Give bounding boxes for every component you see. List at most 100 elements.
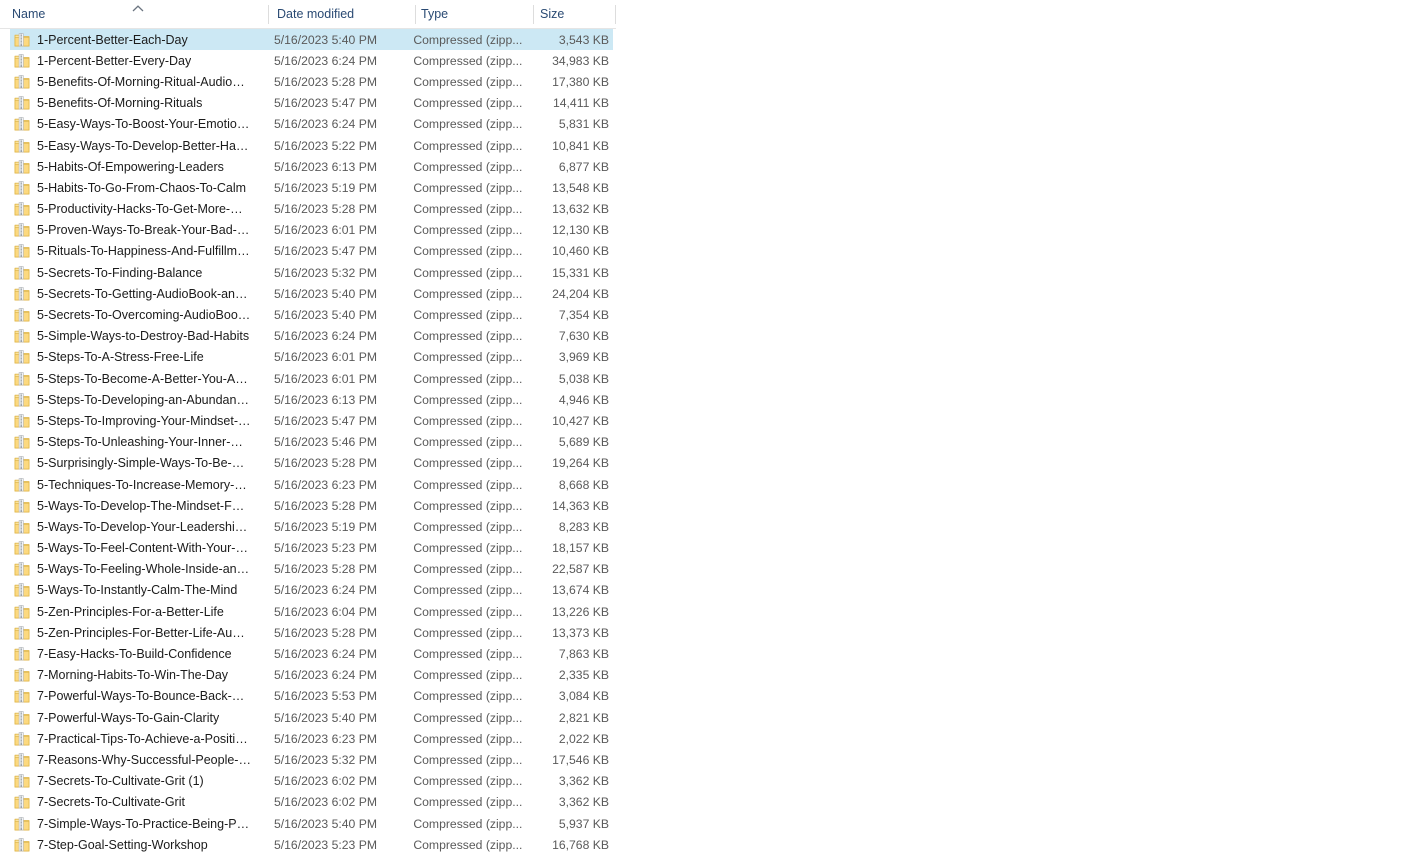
file-type: Compressed (zipp... <box>413 562 523 577</box>
file-name-cell[interactable]: 5-Rituals-To-Happiness-And-Fulfillment-.… <box>10 243 265 259</box>
file-name-cell[interactable]: 5-Surprisingly-Simple-Ways-To-Be-Happ... <box>10 455 265 471</box>
file-row[interactable]: 5-Habits-Of-Empowering-Leaders 5/16/2023 … <box>10 156 613 177</box>
file-name-cell[interactable]: 5-Techniques-To-Increase-Memory-Rete... <box>10 477 265 493</box>
file-name-cell[interactable]: 5-Benefits-Of-Morning-Ritual-AudioBoo... <box>10 74 265 90</box>
file-row[interactable]: 5-Steps-To-A-Stress-Free-Life 5/16/2023 6… <box>10 347 613 368</box>
file-row[interactable]: 7-Morning-Habits-To-Win-The-Day 5/16/2023… <box>10 665 613 686</box>
file-row[interactable]: 7-Powerful-Ways-To-Gain-Clarity 5/16/2023… <box>10 707 613 728</box>
file-row[interactable]: 7-Secrets-To-Cultivate-Grit 5/16/2023 6:0… <box>10 792 613 813</box>
file-row[interactable]: 5-Benefits-Of-Morning-Rituals 5/16/2023 5… <box>10 93 613 114</box>
column-divider-date-type[interactable] <box>415 5 416 24</box>
file-name-cell[interactable]: 5-Steps-To-Become-A-Better-You-Audio... <box>10 371 265 387</box>
file-row[interactable]: 1-Percent-Better-Each-Day 5/16/2023 5:40 … <box>10 29 613 51</box>
file-row[interactable]: 7-Secrets-To-Cultivate-Grit (1) 5/16/2023… <box>10 771 613 792</box>
file-row[interactable]: 5-Steps-To-Developing-an-Abundance-... 5/… <box>10 389 613 410</box>
file-name-cell[interactable]: 5-Zen-Principles-For-Better-Life-AudioB.… <box>10 625 265 641</box>
file-row[interactable]: 5-Steps-To-Improving-Your-Mindset-Au... 5… <box>10 410 613 431</box>
file-name-cell[interactable]: 5-Steps-To-Improving-Your-Mindset-Au... <box>10 413 265 429</box>
file-date-modified: 5/16/2023 5:23 PM <box>273 541 377 556</box>
file-date-modified: 5/16/2023 5:40 PM <box>273 308 377 323</box>
file-name-cell[interactable]: 1-Percent-Better-Every-Day <box>10 53 265 69</box>
file-name-cell[interactable]: 7-Morning-Habits-To-Win-The-Day <box>10 667 265 683</box>
file-row[interactable]: 7-Powerful-Ways-To-Bounce-Back-From... 5/… <box>10 686 613 707</box>
file-name-cell[interactable]: 5-Secrets-To-Finding-Balance <box>10 265 265 281</box>
file-row[interactable]: 5-Ways-To-Develop-The-Mindset-For-Su... 5… <box>10 495 613 516</box>
file-name-cell[interactable]: 5-Secrets-To-Overcoming-AudioBook-a... <box>10 307 265 323</box>
file-name-cell[interactable]: 5-Easy-Ways-To-Boost-Your-Emotional-I... <box>10 116 265 132</box>
file-name-cell[interactable]: 5-Ways-To-Feeling-Whole-Inside-and-Out <box>10 561 265 577</box>
file-name-cell[interactable]: 5-Ways-To-Instantly-Calm-The-Mind <box>10 582 265 598</box>
file-name-cell[interactable]: 7-Secrets-To-Cultivate-Grit <box>10 794 265 810</box>
file-name-cell[interactable]: 5-Proven-Ways-To-Break-Your-Bad-Habits <box>10 222 265 238</box>
column-divider-size-end[interactable] <box>615 5 616 24</box>
file-row[interactable]: 7-Step-Goal-Setting-Workshop 5/16/2023 5:… <box>10 834 613 855</box>
file-row[interactable]: 5-Techniques-To-Increase-Memory-Rete... 5… <box>10 474 613 495</box>
file-row[interactable]: 5-Ways-To-Feeling-Whole-Inside-and-Out 5/… <box>10 559 613 580</box>
file-name-cell[interactable]: 5-Habits-To-Go-From-Chaos-To-Calm <box>10 180 265 196</box>
file-row[interactable]: 5-Ways-To-Feel-Content-With-Your-Life...… <box>10 538 613 559</box>
file-row[interactable]: 5-Rituals-To-Happiness-And-Fulfillment-.… <box>10 241 613 262</box>
file-row[interactable]: 5-Secrets-To-Finding-Balance 5/16/2023 5:… <box>10 262 613 283</box>
column-header-date-modified[interactable]: Date modified <box>277 0 409 28</box>
file-row[interactable]: 7-Reasons-Why-Successful-People-Medi... 5… <box>10 749 613 770</box>
column-divider-type-size[interactable] <box>533 5 534 24</box>
file-row[interactable]: 7-Easy-Hacks-To-Build-Confidence 5/16/202… <box>10 643 613 664</box>
file-row[interactable]: 5-Steps-To-Unleashing-Your-Inner-Great..… <box>10 432 613 453</box>
file-name-cell[interactable]: 7-Step-Goal-Setting-Workshop <box>10 837 265 853</box>
file-row[interactable]: 5-Benefits-Of-Morning-Ritual-AudioBoo...… <box>10 71 613 92</box>
file-row[interactable]: 5-Secrets-To-Overcoming-AudioBook-a... 5/… <box>10 304 613 325</box>
file-type: Compressed (zipp... <box>413 117 523 132</box>
file-name-cell[interactable]: 5-Zen-Principles-For-a-Better-Life <box>10 604 265 620</box>
file-row[interactable]: 7-Simple-Ways-To-Practice-Being-Present 5… <box>10 813 613 834</box>
file-row[interactable]: 5-Easy-Ways-To-Boost-Your-Emotional-I...… <box>10 114 613 135</box>
file-name-label: 5-Habits-To-Go-From-Chaos-To-Calm <box>37 180 247 195</box>
file-list[interactable]: 1-Percent-Better-Each-Day 5/16/2023 5:40 … <box>0 29 616 867</box>
file-row[interactable]: 5-Secrets-To-Getting-AudioBook-and-Eb...… <box>10 283 613 304</box>
file-row[interactable]: 5-Proven-Ways-To-Break-Your-Bad-Habits 5/… <box>10 220 613 241</box>
column-header-size[interactable]: Size <box>540 0 609 28</box>
file-size: 2,335 KB <box>558 668 609 683</box>
file-name-cell[interactable]: 5-Secrets-To-Getting-AudioBook-and-Eb... <box>10 286 265 302</box>
file-name-cell[interactable]: 5-Steps-To-Unleashing-Your-Inner-Great..… <box>10 434 265 450</box>
file-row[interactable]: 5-Habits-To-Go-From-Chaos-To-Calm 5/16/20… <box>10 177 613 198</box>
file-name-cell[interactable]: 5-Steps-To-A-Stress-Free-Life <box>10 349 265 365</box>
file-name-cell[interactable]: 7-Secrets-To-Cultivate-Grit (1) <box>10 773 265 789</box>
file-row[interactable]: 5-Easy-Ways-To-Develop-Better-Habits 5/16… <box>10 135 613 156</box>
file-row[interactable]: 5-Simple-Ways-to-Destroy-Bad-Habits 5/16/… <box>10 326 613 347</box>
file-name-cell[interactable]: 5-Steps-To-Developing-an-Abundance-... <box>10 392 265 408</box>
zip-folder-icon <box>14 455 30 471</box>
file-row[interactable]: 5-Zen-Principles-For-Better-Life-AudioB.… <box>10 622 613 643</box>
file-row[interactable]: 1-Percent-Better-Every-Day 5/16/2023 6:24… <box>10 50 613 71</box>
file-name-cell[interactable]: 5-Habits-Of-Empowering-Leaders <box>10 159 265 175</box>
zip-folder-icon <box>14 667 30 683</box>
file-row[interactable]: 5-Zen-Principles-For-a-Better-Life 5/16/2… <box>10 601 613 622</box>
file-name-cell[interactable]: 5-Ways-To-Develop-Your-Leadership-Skills <box>10 519 265 535</box>
file-name-cell[interactable]: 5-Simple-Ways-to-Destroy-Bad-Habits <box>10 328 265 344</box>
file-name-cell[interactable]: 5-Ways-To-Feel-Content-With-Your-Life... <box>10 540 265 556</box>
file-size: 24,204 KB <box>552 286 609 301</box>
zip-folder-icon <box>14 710 30 726</box>
file-name-cell[interactable]: 5-Productivity-Hacks-To-Get-More-Don... <box>10 201 265 217</box>
file-name-cell[interactable]: 5-Benefits-Of-Morning-Rituals <box>10 95 265 111</box>
file-name-cell[interactable]: 1-Percent-Better-Each-Day <box>10 32 265 48</box>
file-type: Compressed (zipp... <box>413 795 523 810</box>
file-name-cell[interactable]: 5-Ways-To-Develop-The-Mindset-For-Su... <box>10 498 265 514</box>
file-name-cell[interactable]: 7-Reasons-Why-Successful-People-Medi... <box>10 752 265 768</box>
file-name-label: 5-Ways-To-Feeling-Whole-Inside-and-Out <box>37 562 251 577</box>
file-date-modified: 5/16/2023 6:24 PM <box>273 53 377 68</box>
file-name-cell[interactable]: 7-Powerful-Ways-To-Bounce-Back-From... <box>10 688 265 704</box>
file-name-cell[interactable]: 7-Powerful-Ways-To-Gain-Clarity <box>10 710 265 726</box>
file-row[interactable]: 7-Practical-Tips-To-Achieve-a-Positive-.… <box>10 728 613 749</box>
file-row[interactable]: 5-Steps-To-Become-A-Better-You-Audio... 5… <box>10 368 613 389</box>
file-row[interactable]: 5-Ways-To-Develop-Your-Leadership-Skills… <box>10 516 613 537</box>
file-row[interactable]: 5-Productivity-Hacks-To-Get-More-Don... 5… <box>10 199 613 220</box>
file-name-cell[interactable]: 7-Practical-Tips-To-Achieve-a-Positive-.… <box>10 731 265 747</box>
file-name-cell[interactable]: 5-Easy-Ways-To-Develop-Better-Habits <box>10 138 265 154</box>
file-size: 22,587 KB <box>552 562 609 577</box>
file-row[interactable]: 5-Surprisingly-Simple-Ways-To-Be-Happ...… <box>10 453 613 474</box>
file-row[interactable]: 5-Ways-To-Instantly-Calm-The-Mind 5/16/20… <box>10 580 613 601</box>
file-name-cell[interactable]: 7-Simple-Ways-To-Practice-Being-Present <box>10 816 265 832</box>
column-divider-name-date[interactable] <box>268 5 269 24</box>
column-header-type[interactable]: Type <box>421 0 527 28</box>
file-name-cell[interactable]: 7-Easy-Hacks-To-Build-Confidence <box>10 646 265 662</box>
